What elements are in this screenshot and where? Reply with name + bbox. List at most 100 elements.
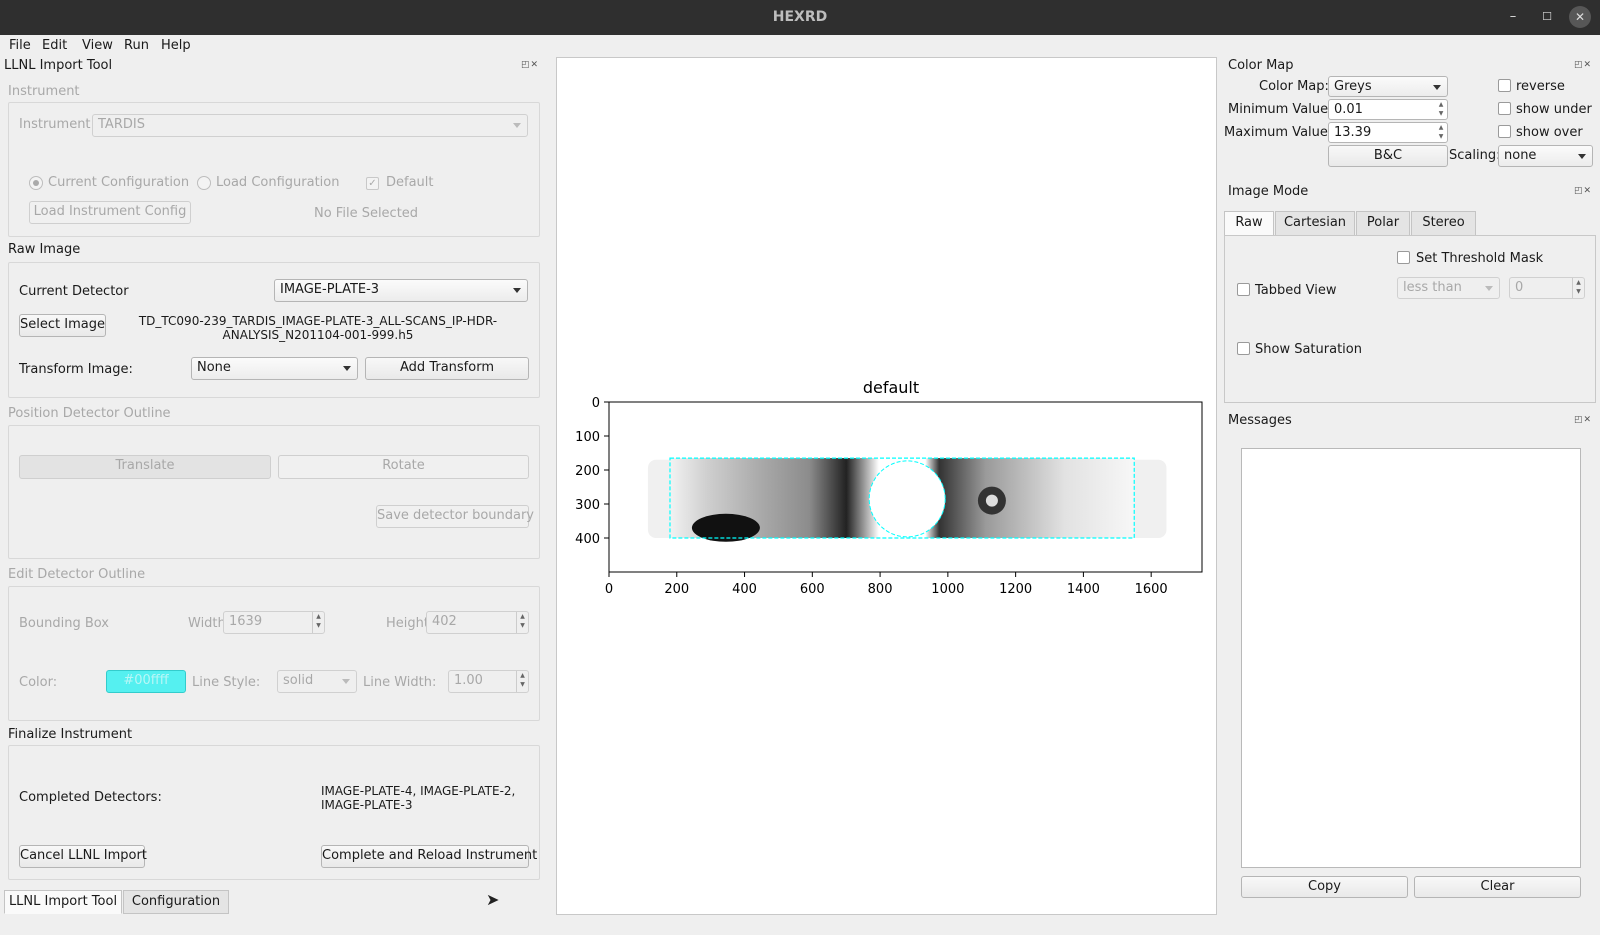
minimum-value-spinbox[interactable]: 0.01 ▲ ▼ — [1328, 99, 1448, 120]
line-style-value: solid — [283, 673, 314, 688]
colormap-select[interactable]: Greys — [1328, 76, 1448, 97]
spin-arrows-icon[interactable]: ▲ ▼ — [1572, 278, 1584, 298]
colormap-label: Color Map: — [1259, 79, 1329, 94]
maximum-value-label: Maximum Value: — [1224, 125, 1333, 140]
pinhole-circle — [868, 460, 946, 538]
scaling-select[interactable]: none — [1498, 145, 1593, 167]
show-saturation-label: Show Saturation — [1255, 342, 1362, 357]
translate-button[interactable]: Translate — [19, 455, 271, 479]
plot-canvas[interactable]: default 0 200 400 600 800 1000 1200 1400 1600 0 1… — [556, 57, 1217, 915]
bc-button[interactable]: B&C — [1328, 145, 1448, 167]
show-over-checkbox[interactable] — [1498, 125, 1511, 138]
tab-stereo[interactable]: Stereo — [1411, 211, 1476, 236]
image-plot[interactable]: default 0 200 400 600 800 1000 1200 1400 1600 0 1… — [557, 58, 1216, 914]
spin-arrows-icon[interactable]: ▲ ▼ — [516, 671, 528, 692]
threshold-mask-label: Set Threshold Mask — [1416, 251, 1544, 266]
cancel-llnl-import-button[interactable]: Cancel LLNL Import — [19, 845, 147, 868]
spin-arrows-icon[interactable]: ▲ ▼ — [1435, 123, 1447, 142]
menu-view[interactable]: View — [82, 38, 113, 53]
max-value: 13.39 — [1334, 125, 1372, 140]
messages-log[interactable] — [1241, 448, 1581, 868]
tab-polar[interactable]: Polar — [1356, 211, 1410, 236]
menu-file[interactable]: File — [9, 38, 31, 53]
scaling-label: Scaling: — [1449, 148, 1501, 163]
selected-file-name: TD_TC090-239_TARDIS_IMAGE-PLATE-3_ALL-SC… — [118, 314, 518, 342]
tab-raw[interactable]: Raw — [1224, 211, 1274, 236]
reverse-checkbox[interactable] — [1498, 79, 1511, 92]
completed-detectors-value: IMAGE-PLATE-4, IMAGE-PLATE-2, IMAGE-PLATE… — [321, 784, 515, 812]
close-icon[interactable]: ✕ — [1569, 6, 1591, 28]
current-detector-select[interactable]: IMAGE-PLATE-3 — [274, 279, 528, 302]
y-tick-label: 400 — [575, 532, 600, 547]
edit-outline-group-title: Edit Detector Outline — [8, 567, 146, 582]
current-config-radio[interactable] — [29, 176, 43, 190]
outline-color-button[interactable]: #00ffff — [106, 670, 186, 693]
tab-configuration[interactable]: Configuration — [123, 890, 229, 914]
load-config-radio[interactable] — [197, 176, 211, 190]
bounding-box-label: Bounding Box — [19, 616, 110, 631]
threshold-value: 0 — [1515, 280, 1524, 295]
threshold-comparison-select[interactable]: less than — [1397, 277, 1500, 299]
default-checkbox[interactable]: ✓ — [366, 177, 379, 190]
chevron-down-icon — [343, 366, 351, 371]
clear-messages-button[interactable]: Clear — [1414, 876, 1581, 898]
load-instrument-config-button[interactable]: Load Instrument Config — [29, 201, 191, 224]
colormap-dock-title: Color Map — [1228, 58, 1294, 73]
spin-arrows-icon[interactable]: ▲ ▼ — [312, 612, 324, 633]
threshold-value-spinbox[interactable]: 0 ▲ ▼ — [1509, 277, 1585, 299]
threshold-mask-checkbox[interactable] — [1397, 251, 1410, 264]
height-spinbox[interactable]: 402 ▲ ▼ — [426, 611, 529, 634]
tabbed-view-checkbox[interactable] — [1237, 283, 1250, 296]
position-outline-group — [8, 425, 540, 559]
dock-float-close-icon[interactable]: ◰✕ — [1574, 415, 1592, 425]
rotate-button[interactable]: Rotate — [278, 455, 529, 479]
width-label: Width — [188, 616, 226, 631]
menu-edit[interactable]: Edit — [42, 38, 67, 53]
line-width-spinbox[interactable]: 1.00 ▲ ▼ — [448, 670, 529, 693]
transform-image-select[interactable]: None — [191, 357, 358, 380]
detector-image — [647, 457, 1167, 542]
messages-dock-title: Messages — [1228, 413, 1292, 428]
colormap-value: Greys — [1334, 79, 1372, 94]
chevron-down-icon — [1485, 286, 1493, 291]
dock-float-close-icon[interactable]: ◰✕ — [1574, 186, 1592, 196]
dark-spot — [691, 513, 760, 542]
tabbed-view-label: Tabbed View — [1255, 283, 1337, 298]
raw-image-group-title: Raw Image — [8, 242, 81, 257]
x-tick-label: 800 — [868, 582, 893, 597]
x-tick-label: 1200 — [999, 582, 1032, 597]
dock-float-close-icon[interactable]: ◰✕ — [521, 60, 539, 70]
scaling-value: none — [1504, 148, 1537, 163]
spin-arrows-icon[interactable]: ▲ ▼ — [1435, 100, 1447, 119]
x-tick-label: 1000 — [931, 582, 964, 597]
tab-llnl-import-tool[interactable]: LLNL Import Tool — [4, 890, 122, 914]
minimize-icon[interactable]: – — [1502, 6, 1524, 28]
chevron-down-icon — [1578, 154, 1586, 159]
show-saturation-checkbox[interactable] — [1237, 342, 1250, 355]
ring-center — [985, 494, 998, 507]
maximize-icon[interactable]: ☐ — [1536, 6, 1558, 28]
spin-arrows-icon[interactable]: ▲ ▼ — [516, 612, 528, 633]
tab-cartesian[interactable]: Cartesian — [1275, 211, 1355, 236]
x-tick-label: 200 — [664, 582, 689, 597]
menu-help[interactable]: Help — [161, 38, 191, 53]
maximum-value-spinbox[interactable]: 13.39 ▲ ▼ — [1328, 122, 1448, 143]
width-spinbox[interactable]: 1639 ▲ ▼ — [223, 611, 325, 634]
select-image-button[interactable]: Select Image — [19, 314, 106, 337]
color-label: Color: — [19, 675, 58, 690]
add-transform-button[interactable]: Add Transform — [365, 357, 529, 380]
instrument-select[interactable]: TARDIS — [92, 114, 528, 137]
line-width-label: Line Width: — [363, 675, 437, 690]
menu-run[interactable]: Run — [124, 38, 149, 53]
height-value: 402 — [432, 614, 457, 629]
complete-reload-button[interactable]: Complete and Reload Instrument — [321, 845, 537, 868]
line-style-label: Line Style: — [192, 675, 261, 690]
line-style-select[interactable]: solid — [277, 670, 357, 693]
line-width-value: 1.00 — [454, 673, 483, 688]
save-detector-boundary-button[interactable]: Save detector boundary — [376, 505, 534, 528]
dock-float-close-icon[interactable]: ◰✕ — [1574, 60, 1592, 70]
current-detector-value: IMAGE-PLATE-3 — [280, 282, 380, 297]
copy-messages-button[interactable]: Copy — [1241, 876, 1408, 898]
show-under-checkbox[interactable] — [1498, 102, 1511, 115]
imagemode-dock-title: Image Mode — [1228, 184, 1309, 199]
